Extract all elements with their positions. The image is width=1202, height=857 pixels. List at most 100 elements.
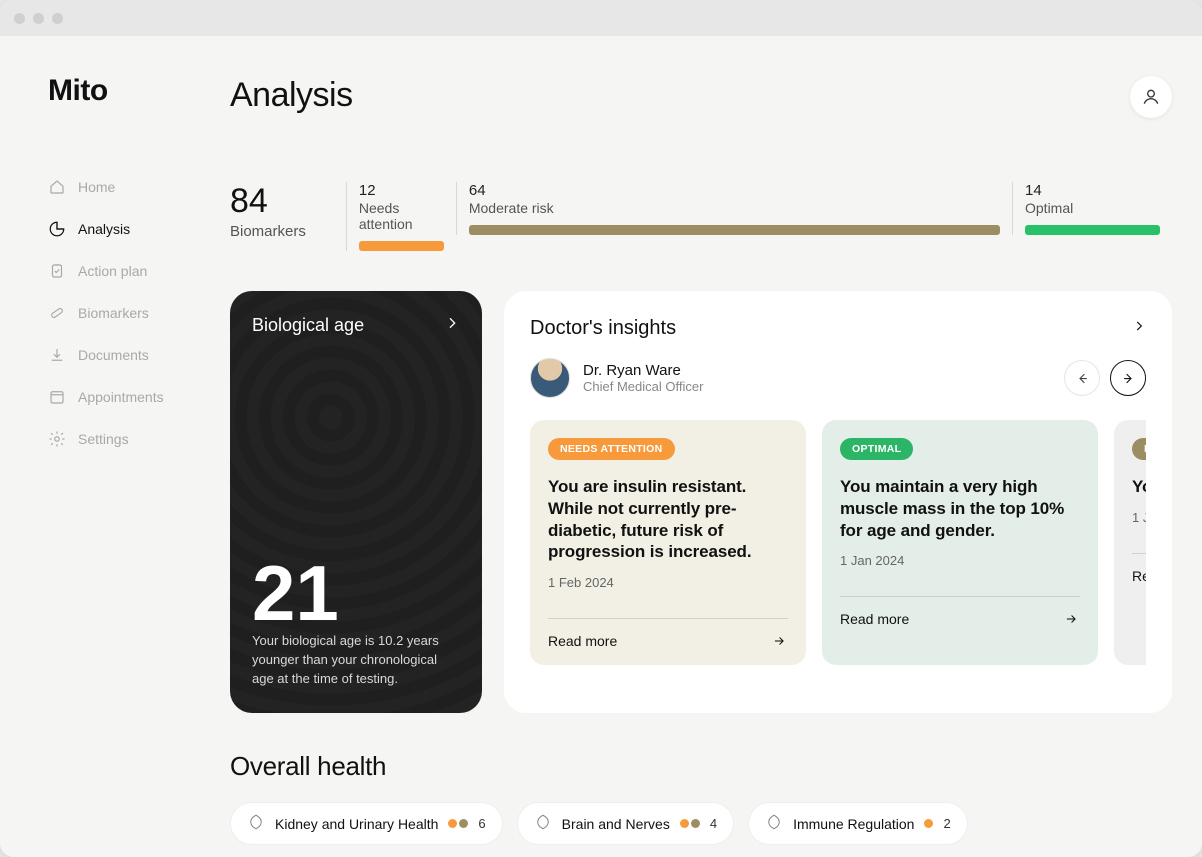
home-icon [48, 178, 66, 196]
arrow-left-icon [1075, 371, 1090, 386]
read-more-label: Read more [1132, 568, 1146, 584]
calendar-icon [48, 388, 66, 406]
section-title: Overall health [230, 751, 1172, 782]
sidebar-item-label: Appointments [78, 389, 164, 405]
user-icon [1141, 87, 1161, 107]
sidebar-item-label: Action plan [78, 263, 147, 279]
doctor-info: Dr. Ryan Ware Chief Medical Officer [530, 358, 703, 398]
arrow-right-icon [770, 634, 788, 648]
insight-date: 1 Jan 2... [1132, 510, 1146, 525]
pill-icon [48, 304, 66, 322]
biomarker-segment-attention: 12 Needs attention [346, 182, 456, 251]
insight-card: OPTIMAL You maintain a very high muscle … [822, 420, 1098, 665]
divider [1132, 553, 1146, 554]
read-more-link[interactable]: Read more [1132, 568, 1146, 584]
segment-bar [359, 241, 444, 251]
chip-dots [924, 819, 933, 828]
sidebar-item-label: Documents [78, 347, 149, 363]
sidebar-item-analysis[interactable]: Analysis [48, 208, 200, 250]
card-title: Biological age [252, 315, 364, 336]
insight-message: You are insulin resistant. While not cur… [548, 476, 788, 563]
chevron-right-icon[interactable] [1132, 319, 1146, 338]
carousel-prev-button[interactable] [1064, 360, 1100, 396]
arrow-right-icon [1121, 371, 1136, 386]
chip-count: 6 [478, 816, 485, 831]
biological-age-card[interactable]: Biological age 21 Your biological age is… [230, 291, 482, 713]
chevron-right-icon [444, 315, 460, 336]
insights-title: Doctor's insights [530, 317, 676, 340]
health-chip-row: Kidney and Urinary Health 6 Brain and Ne… [230, 802, 1172, 857]
user-profile-button[interactable] [1130, 76, 1172, 118]
doctor-name: Dr. Ryan Ware [583, 362, 703, 379]
biomarker-segment-optimal: 14 Optimal [1012, 182, 1172, 235]
read-more-label: Read more [840, 611, 909, 627]
segment-count: 64 [469, 182, 1000, 199]
app-logo: Mito [48, 74, 200, 108]
sidebar-item-appointments[interactable]: Appointments [48, 376, 200, 418]
window-dot [14, 13, 25, 24]
sidebar-item-action-plan[interactable]: Action plan [48, 250, 200, 292]
insight-message: You maintain a very high muscle mass in … [840, 476, 1080, 541]
doctor-role: Chief Medical Officer [583, 379, 703, 394]
segment-label: Needs attention [359, 200, 444, 232]
segment-label: Optimal [1025, 200, 1160, 216]
chip-count: 4 [710, 816, 717, 831]
doctor-insights-card: Doctor's insights Dr. Ryan Ware Chief Me… [504, 291, 1172, 713]
sidebar-item-label: Biomarkers [78, 305, 149, 321]
health-chip-brain[interactable]: Brain and Nerves 4 [517, 802, 734, 845]
sidebar-item-label: Home [78, 179, 115, 195]
chip-dots [680, 819, 700, 828]
status-badge: NEEDS ATTENTION [548, 438, 675, 460]
chip-label: Brain and Nerves [562, 816, 670, 832]
overall-health-section: Overall health Kidney and Urinary Health… [230, 751, 1172, 857]
sidebar-item-biomarkers[interactable]: Biomarkers [48, 292, 200, 334]
status-badge: MODERATE [1132, 438, 1146, 460]
segment-count: 12 [359, 182, 444, 199]
read-more-link[interactable]: Read more [840, 611, 1080, 627]
download-icon [48, 346, 66, 364]
sidebar-item-settings[interactable]: Settings [48, 418, 200, 460]
insight-card: NEEDS ATTENTION You are insulin resistan… [530, 420, 806, 665]
organ-icon [765, 813, 783, 834]
gear-icon [48, 430, 66, 448]
organ-icon [247, 813, 265, 834]
window-chrome [0, 0, 1202, 36]
segment-bar [1025, 225, 1160, 235]
segment-label: Moderate risk [469, 200, 1000, 216]
pie-chart-icon [48, 220, 66, 238]
carousel-next-button[interactable] [1110, 360, 1146, 396]
window-dot [33, 13, 44, 24]
arrow-right-icon [1062, 612, 1080, 626]
divider [548, 618, 788, 619]
chip-count: 2 [943, 816, 950, 831]
health-chip-kidney[interactable]: Kidney and Urinary Health 6 [230, 802, 503, 845]
chip-dots [448, 819, 468, 828]
biomarker-total-value: 84 [230, 182, 306, 221]
organ-icon [534, 813, 552, 834]
clipboard-icon [48, 262, 66, 280]
insight-date: 1 Feb 2024 [548, 575, 788, 590]
chip-label: Kidney and Urinary Health [275, 816, 438, 832]
biomarker-summary: 84 Biomarkers 12 Needs attention 64 Mode… [230, 182, 1172, 251]
read-more-link[interactable]: Read more [548, 633, 788, 649]
main-content: Analysis 84 Biomarkers 12 Needs attentio… [200, 36, 1202, 857]
health-chip-immune[interactable]: Immune Regulation 2 [748, 802, 968, 845]
chip-label: Immune Regulation [793, 816, 914, 832]
insight-message: You... [1132, 476, 1146, 498]
biomarker-total: 84 Biomarkers [230, 182, 346, 240]
biological-age-desc: Your biological age is 10.2 years younge… [252, 632, 460, 689]
avatar [530, 358, 570, 398]
biological-age-value: 21 [252, 554, 460, 632]
page-title: Analysis [230, 76, 353, 115]
segment-bar [469, 225, 1000, 235]
insight-card-list: NEEDS ATTENTION You are insulin resistan… [530, 420, 1146, 665]
sidebar-item-documents[interactable]: Documents [48, 334, 200, 376]
sidebar: Mito Home Analysis Action plan [0, 36, 200, 857]
insight-card: MODERATE You... 1 Jan 2... Read more [1114, 420, 1146, 665]
sidebar-item-label: Analysis [78, 221, 130, 237]
sidebar-item-label: Settings [78, 431, 129, 447]
status-badge: OPTIMAL [840, 438, 913, 460]
divider [840, 596, 1080, 597]
insight-date: 1 Jan 2024 [840, 553, 1080, 568]
sidebar-item-home[interactable]: Home [48, 166, 200, 208]
